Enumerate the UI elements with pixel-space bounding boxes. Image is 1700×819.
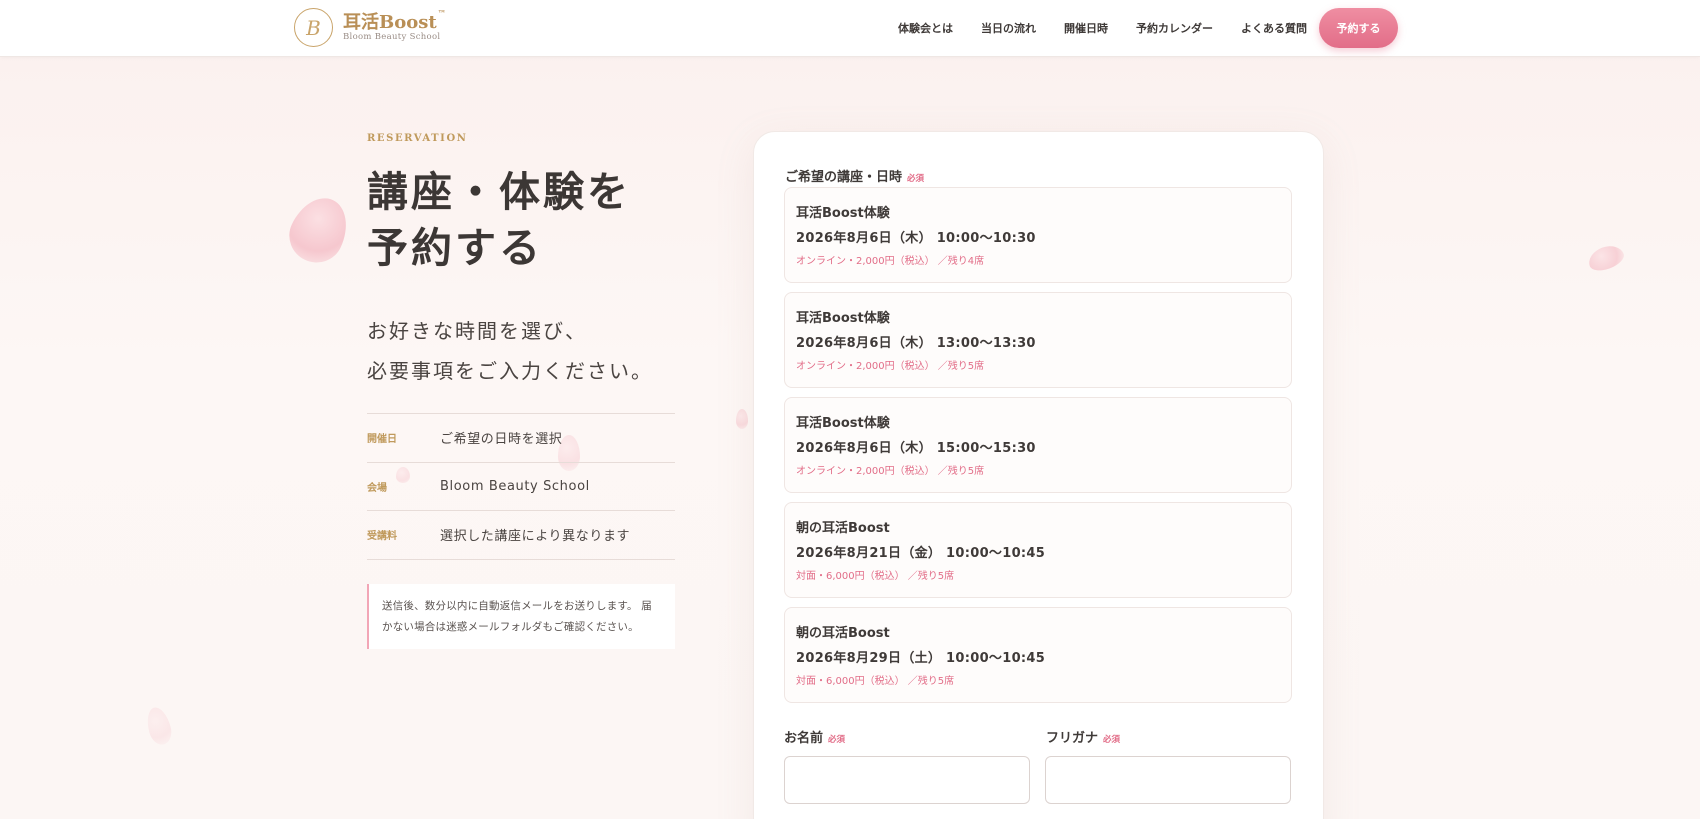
slot-option[interactable]: 朝の耳活Boost 2026年8月21日（金） 10:00〜10:45 対面・6… (784, 502, 1292, 598)
slot-meta: 対面・6,000円（税込） ／残り5席 (796, 676, 955, 687)
petal-decoration (736, 409, 748, 429)
required-badge: 必須 (907, 174, 925, 184)
info-row-date: 開催日 ご希望の日時を選択 (367, 414, 675, 463)
petal-decoration (1585, 241, 1627, 275)
note-line: 送信後、数分以内に自動返信メールをお送りします。 届 (382, 600, 652, 612)
section-eyebrow: RESERVATION (367, 133, 468, 144)
slot-meta: オンライン・2,000円（税込） ／残り5席 (796, 361, 985, 372)
logo-subtitle: Bloom Beauty School (343, 32, 441, 42)
info-label: 開催日 (367, 434, 397, 446)
logo-title-text: 耳活Boost (343, 12, 437, 33)
page-title-line: 予約する (367, 224, 543, 272)
nav-link-calendar[interactable]: 予約カレンダー (1136, 20, 1213, 36)
required-badge: 必須 (828, 735, 846, 745)
nav-link-flow[interactable]: 当日の流れ (981, 20, 1036, 36)
kana-input[interactable] (1045, 756, 1291, 804)
slot-date: 2026年8月6日（木） 15:00〜15:30 (796, 441, 1036, 456)
logo-mark-icon[interactable]: B (294, 8, 333, 47)
note-line: かない場合は迷惑メールフォルダもご確認ください。 (382, 621, 639, 633)
nav-link-faq[interactable]: よくある質問 (1241, 20, 1307, 36)
slot-meta: オンライン・2,000円（税込） ／残り4席 (796, 256, 985, 267)
main-nav: 体験会とは 当日の流れ 開催日時 予約カレンダー よくある質問 (898, 20, 1335, 36)
info-label: 受講料 (367, 531, 397, 543)
petal-decoration (143, 704, 175, 748)
info-row-venue: 会場 Bloom Beauty School (367, 463, 675, 511)
page-title-line: 講座・体験を (367, 168, 631, 216)
reserve-button[interactable]: 予約する (1319, 8, 1398, 48)
slot-meta: オンライン・2,000円（税込） ／残り5席 (796, 466, 985, 477)
slot-date: 2026年8月6日（木） 13:00〜13:30 (796, 336, 1036, 351)
info-value: 選択した講座により異なります (440, 529, 631, 545)
kana-field-label: フリガナ 必須 (1046, 727, 1120, 746)
name-input[interactable] (784, 756, 1030, 804)
lead-text: お好きな時間を選び、 必要事項をご入力ください。 (367, 311, 707, 391)
page-title: 講座・体験を 予約する (367, 164, 687, 276)
slot-title: 耳活Boost体験 (796, 311, 890, 326)
slot-title: 朝の耳活Boost (796, 521, 890, 536)
logo-title[interactable]: 耳活Boost™ (343, 8, 446, 34)
info-row-fee: 受講料 選択した講座により異なります (367, 511, 675, 560)
slot-date: 2026年8月21日（金） 10:00〜10:45 (796, 546, 1046, 561)
name-field-label: お名前 必須 (784, 727, 845, 746)
slot-title: 朝の耳活Boost (796, 626, 890, 641)
petal-decoration (280, 188, 358, 272)
slot-date: 2026年8月29日（土） 10:00〜10:45 (796, 651, 1046, 666)
info-list: 開催日 ご希望の日時を選択 会場 Bloom Beauty School 受講料… (367, 413, 675, 560)
slot-option[interactable]: 耳活Boost体験 2026年8月6日（木） 15:00〜15:30 オンライン… (784, 397, 1292, 493)
slot-title: 耳活Boost体験 (796, 206, 890, 221)
slot-option[interactable]: 耳活Boost体験 2026年8月6日（木） 10:00〜10:30 オンライン… (784, 187, 1292, 283)
lead-line: お好きな時間を選び、 (367, 319, 587, 343)
nav-link-about[interactable]: 体験会とは (898, 20, 953, 36)
slot-field-label-text: ご希望の講座・日時 (785, 170, 903, 185)
name-field-label-text: お名前 (784, 731, 824, 746)
slot-date: 2026年8月6日（木） 10:00〜10:30 (796, 231, 1036, 246)
info-value: Bloom Beauty School (440, 478, 590, 494)
slot-title: 耳活Boost体験 (796, 416, 890, 431)
slot-meta: 対面・6,000円（税込） ／残り5席 (796, 571, 955, 582)
slot-field-label: ご希望の講座・日時 必須 (785, 166, 924, 185)
site-header: B 耳活Boost™ Bloom Beauty School 体験会とは 当日の… (0, 0, 1700, 57)
info-label: 会場 (367, 482, 387, 494)
required-badge: 必須 (1103, 735, 1121, 745)
nav-link-dates[interactable]: 開催日時 (1064, 20, 1108, 36)
lead-line: 必要事項をご入力ください。 (367, 359, 653, 383)
slot-option[interactable]: 耳活Boost体験 2026年8月6日（木） 13:00〜13:30 オンライン… (784, 292, 1292, 388)
slot-option[interactable]: 朝の耳活Boost 2026年8月29日（土） 10:00〜10:45 対面・6… (784, 607, 1292, 703)
kana-field-label-text: フリガナ (1046, 731, 1099, 746)
logo-trademark: ™ (437, 8, 446, 18)
info-value: ご希望の日時を選択 (440, 432, 563, 448)
auto-reply-note: 送信後、数分以内に自動返信メールをお送りします。 届 かない場合は迷惑メールフォ… (367, 584, 675, 649)
